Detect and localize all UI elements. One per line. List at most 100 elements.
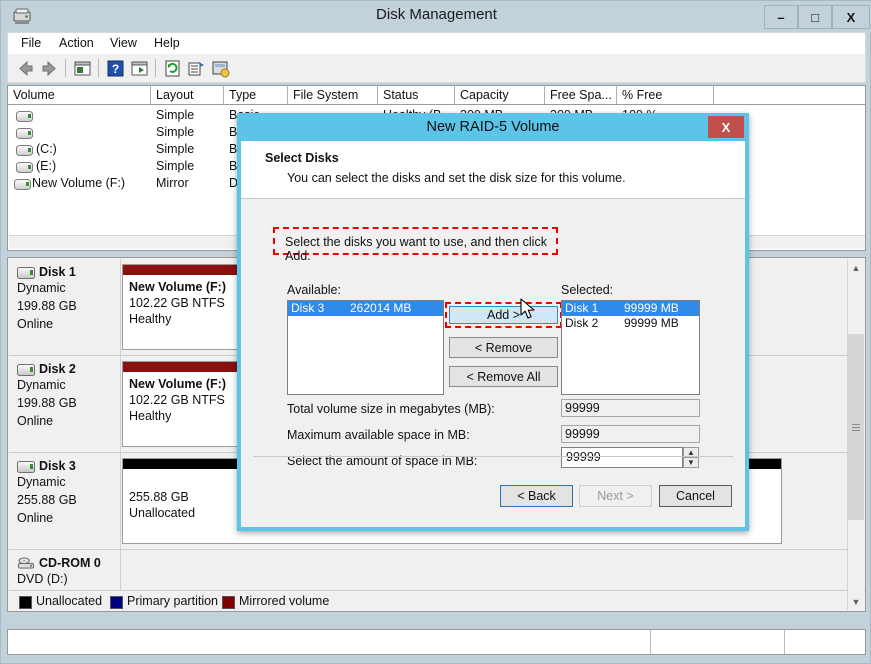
disk-info-disk3: Disk 3 Dynamic 255.88 GB Online [9, 453, 121, 549]
legend-swatch-primary-partition [110, 596, 123, 609]
disk-icon [17, 364, 35, 376]
volume-icon [16, 128, 33, 139]
legend-label-primary-partition: Primary partition [127, 594, 218, 608]
toolbar: ? [7, 54, 866, 83]
disk-name: Disk 3 [39, 459, 76, 473]
maximize-button[interactable]: □ [798, 5, 832, 29]
legend: Unallocated Primary partition Mirrored v… [9, 590, 865, 610]
disk-state: Online [17, 317, 54, 331]
scrollbar-grip [852, 424, 860, 431]
cell-layout: Simple [156, 108, 195, 122]
forward-arrow-icon[interactable] [40, 59, 59, 78]
list-item[interactable]: Disk 1 99999 MB [562, 301, 699, 316]
disk-kind: Dynamic [17, 281, 66, 295]
max-space-label: Maximum available space in MB: [287, 428, 470, 442]
disk-size: 255.88 GB [17, 493, 77, 507]
cell-volume: (C:) [36, 142, 57, 156]
menu-bar: File Action View Help [7, 32, 866, 54]
disk-size: 199.88 GB [17, 396, 77, 410]
disk-name: Disk 1 [39, 265, 76, 279]
dialog-subheading: You can select the disks and set the dis… [287, 171, 626, 185]
disk-name: CD-ROM 0 [39, 556, 101, 570]
disk-name: Disk 2 [39, 362, 76, 376]
cdrom-icon [18, 557, 34, 569]
window-title-bar: Disk Management – □ X [2, 2, 871, 32]
toolbar-separator-2 [98, 59, 99, 77]
show-list-icon[interactable] [73, 59, 92, 78]
column-header-blank[interactable] [714, 86, 865, 104]
list-item[interactable]: Disk 3 262014 MB [288, 301, 443, 316]
svg-text:?: ? [112, 62, 119, 76]
menu-view[interactable]: View [107, 36, 140, 50]
dialog-title: New RAID-5 Volume [426, 119, 560, 135]
volume-icon [16, 111, 33, 122]
max-space-value: 99999 [561, 425, 700, 443]
column-header-filesystem[interactable]: File System [288, 86, 378, 104]
cell-volume: (E:) [36, 159, 57, 173]
disk-kind: DVD (D:) [17, 572, 68, 586]
selected-disk-size: 99999 MB [624, 301, 679, 315]
column-header-volume[interactable]: Volume [8, 86, 151, 104]
create-vhd-icon[interactable] [211, 59, 230, 78]
cell-volume: New Volume (F:) [32, 176, 126, 190]
remove-button[interactable]: < Remove [449, 337, 558, 358]
disk-icon [17, 267, 35, 279]
back-arrow-icon[interactable] [16, 59, 35, 78]
volume-icon [14, 179, 31, 190]
properties-icon[interactable] [187, 59, 206, 78]
available-disk-name: Disk 3 [291, 301, 325, 315]
menu-help[interactable]: Help [151, 36, 183, 50]
dialog-hint-text: Select the disks you want to use, and th… [285, 235, 547, 263]
status-segment-2 [650, 630, 784, 654]
dialog-close-button[interactable]: X [708, 116, 744, 138]
column-header-type[interactable]: Type [224, 86, 288, 104]
dialog-header: Select Disks You can select the disks an… [241, 141, 745, 199]
selected-label: Selected: [561, 283, 614, 297]
back-button[interactable]: < Back [500, 485, 573, 507]
status-segment-1 [8, 630, 650, 654]
remove-all-button[interactable]: < Remove All [449, 366, 558, 387]
menu-file[interactable]: File [18, 36, 44, 50]
dialog-heading: Select Disks [265, 151, 339, 165]
column-header-capacity[interactable]: Capacity [455, 86, 545, 104]
volume-icon [16, 162, 33, 173]
disk-management-window: Disk Management – □ X File Action View H… [0, 0, 871, 664]
scroll-up-icon[interactable]: ▲ [848, 259, 864, 276]
list-item[interactable]: Disk 2 99999 MB [562, 316, 699, 331]
next-button: Next > [579, 485, 652, 507]
column-header-freespace[interactable]: Free Spa... [545, 86, 617, 104]
help-icon[interactable]: ? [106, 59, 125, 78]
window-title: Disk Management [376, 6, 497, 23]
available-disks-listbox[interactable]: Disk 3 262014 MB [287, 300, 444, 395]
column-header-pctfree[interactable]: % Free [617, 86, 714, 104]
column-header-layout[interactable]: Layout [151, 86, 224, 104]
cell-layout: Simple [156, 159, 195, 173]
add-button[interactable]: Add > [449, 306, 558, 324]
cell-layout: Simple [156, 142, 195, 156]
scroll-down-icon[interactable]: ▼ [848, 593, 864, 610]
disk-view-vertical-scrollbar[interactable]: ▲ ▼ [847, 259, 864, 610]
available-disk-size: 262014 MB [350, 301, 412, 315]
legend-label-unallocated: Unallocated [36, 594, 103, 608]
rescan-disks-icon[interactable] [163, 59, 182, 78]
selected-disk-name: Disk 1 [565, 301, 599, 315]
cancel-button[interactable]: Cancel [659, 485, 732, 507]
disk-info-disk1: Disk 1 Dynamic 199.88 GB Online [9, 259, 121, 355]
selected-disk-name: Disk 2 [565, 316, 599, 330]
dialog-body: Select Disks You can select the disks an… [241, 141, 745, 527]
close-button[interactable]: X [832, 5, 870, 29]
spinner-down-button[interactable]: ▼ [683, 457, 699, 468]
annotation-box-hint: Select the disks you want to use, and th… [273, 227, 558, 263]
disk-kind: Dynamic [17, 378, 66, 392]
minimize-button[interactable]: – [764, 5, 798, 29]
column-header-status[interactable]: Status [378, 86, 455, 104]
menu-action[interactable]: Action [56, 36, 97, 50]
scrollbar-thumb[interactable] [848, 334, 864, 520]
show-graphical-icon[interactable] [130, 59, 149, 78]
disk-icon [17, 461, 35, 473]
cell-layout: Mirror [156, 176, 189, 190]
selected-disks-listbox[interactable]: Disk 1 99999 MB Disk 2 99999 MB [561, 300, 700, 395]
select-space-input[interactable]: 99999 [561, 447, 683, 468]
toolbar-separator-1 [65, 59, 66, 77]
total-size-value: 99999 [561, 399, 700, 417]
